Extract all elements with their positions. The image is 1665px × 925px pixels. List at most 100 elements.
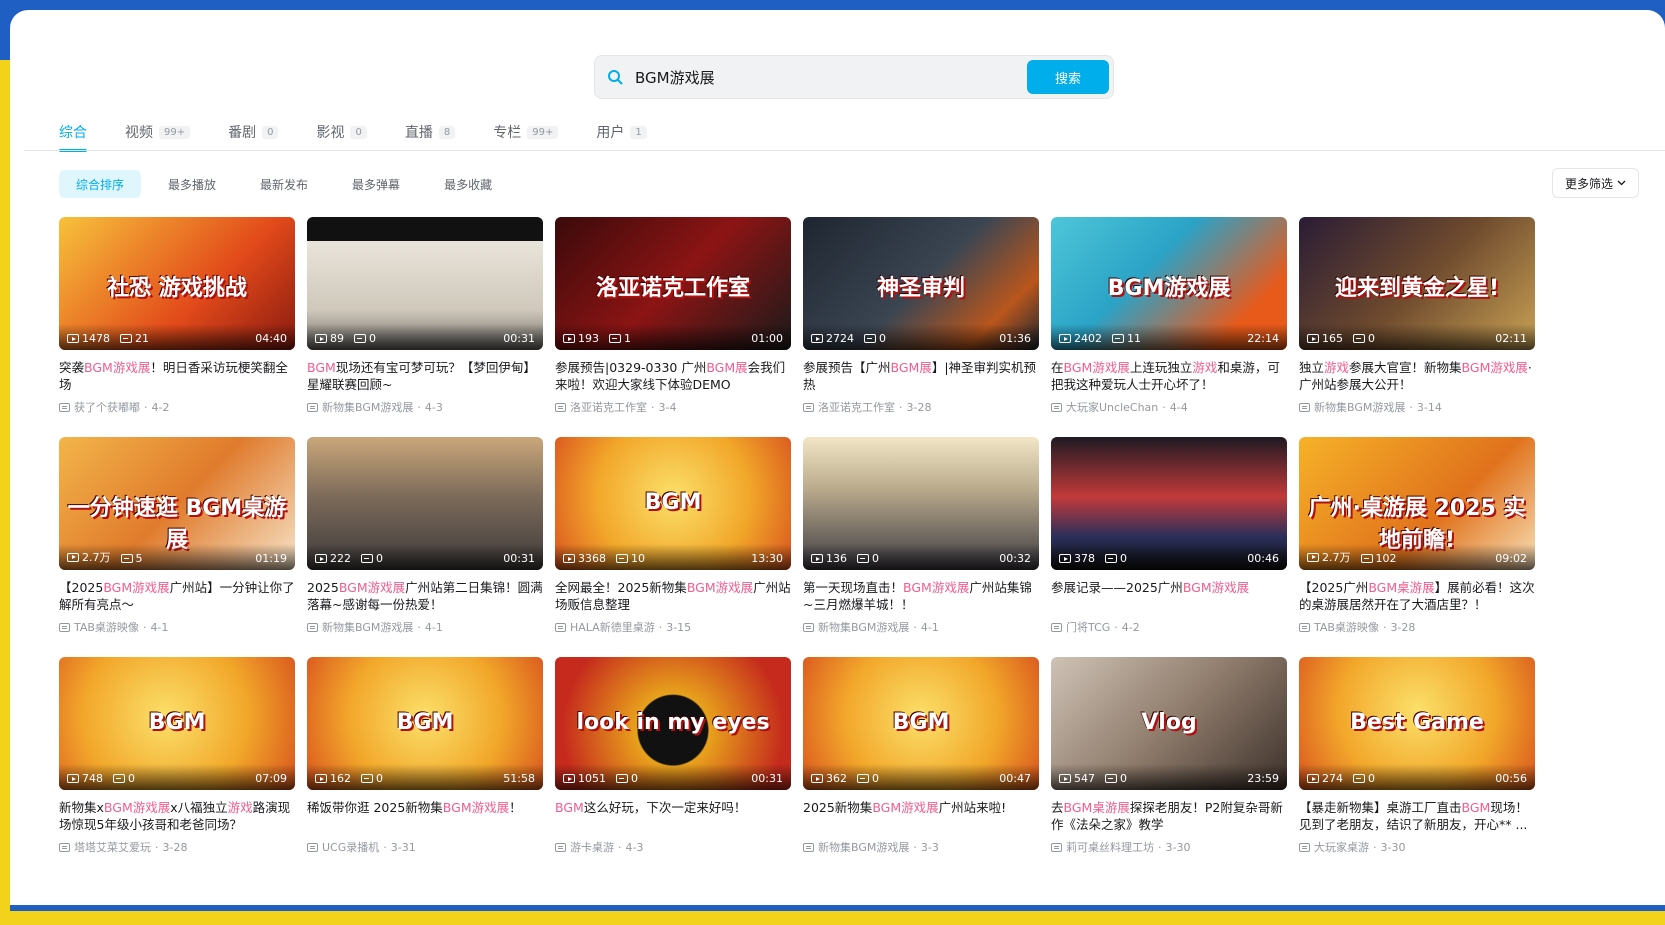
tab-0[interactable]: 综合	[59, 118, 87, 152]
search-button[interactable]: 搜索	[1027, 60, 1109, 94]
video-thumbnail[interactable]: 一分钟速逛 BGM桌游展 2.7万 5 01:19	[59, 437, 295, 570]
video-title[interactable]: BGM这么好玩，下次一定来好吗！	[555, 799, 791, 833]
video-title[interactable]: 全网最全！2025新物集BGM游戏展广州站场贩信息整理	[555, 579, 791, 613]
video-thumbnail[interactable]: BGM 3368 10 13:30	[555, 437, 791, 570]
play-count: 165	[1307, 332, 1343, 345]
video-card[interactable]: BGM 362 0 00:47 2025新物集BGM游戏展广州站来啦! 新物集BGM游戏展…	[803, 657, 1039, 877]
video-title[interactable]: 2025BGM游戏展广州站第二日集锦！圆满落幕~感谢每一份热爱！	[307, 579, 543, 613]
video-thumbnail[interactable]: 洛亚诺克工作室 193 1 01:00	[555, 217, 791, 350]
sort-options: 综合排序 最多播放 最新发布 最多弹幕 最多收藏	[59, 170, 509, 198]
video-card[interactable]: 社恐 游戏挑战 1478 21 04:40 突袭BGM游戏展！明日香采访玩梗笑翻全场 获了…	[59, 217, 295, 437]
video-title[interactable]: BGM现场还有宝可梦可玩？【梦回伊甸】星耀联赛回顾~	[307, 359, 543, 393]
uploader-name[interactable]: UCG录播机	[322, 839, 379, 855]
uploader-name[interactable]: 获了个获嘟嘟	[74, 399, 140, 415]
video-title[interactable]: 【2025广州BGM桌游展】展前必看！这次的桌游展居然开在了大酒店里？！	[1299, 579, 1535, 613]
more-filters-button[interactable]: 更多筛选	[1551, 168, 1639, 198]
tab-3[interactable]: 影视 0	[316, 118, 367, 146]
video-title[interactable]: 突袭BGM游戏展！明日香采访玩梗笑翻全场	[59, 359, 295, 393]
tab-2[interactable]: 番剧 0	[228, 118, 279, 146]
play-count: 1478	[67, 332, 110, 345]
video-title[interactable]: 参展记录——2025广州BGM游戏展	[1051, 579, 1287, 613]
video-meta: 新物集BGM游戏展 · 4-3	[307, 399, 543, 415]
video-card[interactable]: Vlog 547 0 23:59 去BGM桌游展探探老朋友！P2附复杂哥新作《法朵之家》…	[1051, 657, 1287, 877]
video-thumbnail[interactable]: 迎来到黄金之星! 165 0 02:11	[1299, 217, 1535, 350]
video-thumbnail[interactable]: Best Game 274 0 00:56	[1299, 657, 1535, 790]
search-input[interactable]	[635, 57, 1027, 97]
video-duration: 00:46	[1247, 552, 1279, 565]
video-card[interactable]: 广州·桌游展 2025 实地前瞻! 2.7万 102 09:02 【2025广州BGM桌…	[1299, 437, 1535, 657]
danmaku-icon	[609, 334, 621, 343]
video-card[interactable]: 迎来到黄金之星! 165 0 02:11 独立游戏参展大官宣！新物集BGM游戏展·广州站…	[1299, 217, 1535, 437]
video-card[interactable]: 洛亚诺克工作室 193 1 01:00 参展预告|0329-0330 广州BGM展会我们…	[555, 217, 791, 437]
video-thumbnail[interactable]: BGM 748 0 07:09	[59, 657, 295, 790]
video-title[interactable]: 稀饭带你逛 2025新物集BGM游戏展！	[307, 799, 543, 833]
uploader-name[interactable]: 新物集BGM游戏展	[818, 839, 909, 855]
uploader-name[interactable]: 大玩家UncleChan	[1066, 399, 1158, 415]
video-title[interactable]: 新物集xBGM游戏展x八福独立游戏路演现场惊现5年级小孩哥和老爸同场？	[59, 799, 295, 833]
video-title[interactable]: 去BGM桌游展探探老朋友！P2附复杂哥新作《法朵之家》教学	[1051, 799, 1287, 833]
uploader-name[interactable]: 门将TCG	[1066, 619, 1110, 635]
tab-count-badge: 0	[350, 125, 367, 139]
video-thumbnail[interactable]: 378 0 00:46	[1051, 437, 1287, 570]
video-thumbnail[interactable]: Vlog 547 0 23:59	[1051, 657, 1287, 790]
play-icon	[1059, 774, 1071, 783]
video-thumbnail[interactable]: BGM 162 0 51:58	[307, 657, 543, 790]
sort-option[interactable]: 最多收藏	[427, 170, 509, 198]
video-thumbnail[interactable]: 社恐 游戏挑战 1478 21 04:40	[59, 217, 295, 350]
video-title[interactable]: 在BGM游戏展上连玩独立游戏和桌游，可把我这种爱玩人士开心坏了！	[1051, 359, 1287, 393]
uploader-name[interactable]: 塔塔艾菜艾爱玩	[74, 839, 151, 855]
danmaku-count: 21	[120, 332, 149, 345]
uploader-name[interactable]: TAB桌游映像	[74, 619, 139, 635]
uploader-name[interactable]: 新物集BGM游戏展	[322, 399, 413, 415]
video-thumbnail[interactable]: 222 0 00:31	[307, 437, 543, 570]
separator: ·	[1382, 620, 1387, 634]
tab-4[interactable]: 直播 8	[405, 118, 456, 146]
sort-option[interactable]: 最新发布	[243, 170, 325, 198]
tab-1[interactable]: 视频 99+	[125, 118, 191, 146]
uploader-name[interactable]: 莉可桌丝料理工坊	[1066, 839, 1154, 855]
sort-option[interactable]: 综合排序	[59, 170, 142, 198]
sort-option[interactable]: 最多弹幕	[335, 170, 417, 198]
uploader-name[interactable]: 新物集BGM游戏展	[1314, 399, 1405, 415]
uploader-name[interactable]: 新物集BGM游戏展	[818, 619, 909, 635]
video-title[interactable]: 【2025BGM游戏展广州站】一分钟让你了解所有亮点～	[59, 579, 295, 613]
uploader-name[interactable]: TAB桌游映像	[1314, 619, 1379, 635]
uploader-name[interactable]: 大玩家桌游	[1314, 839, 1369, 855]
video-stats: 89 0 00:31	[307, 324, 543, 350]
video-card[interactable]: 222 0 00:31 2025BGM游戏展广州站第二日集锦！圆满落幕~感谢每一份热爱…	[307, 437, 543, 657]
video-card[interactable]: look in my eyes 1051 0 00:31 BGM这么好玩，下次一定来好吗…	[555, 657, 791, 877]
video-card[interactable]: 神圣审判 2724 0 01:36 参展预告【广州BGM展】|神圣审判实机预热洛亚诺克工…	[803, 217, 1039, 437]
video-card[interactable]: BGM 3368 10 13:30 全网最全！2025新物集BGM游戏展广州站场贩信息整…	[555, 437, 791, 657]
video-title[interactable]: 参展预告【广州BGM展】|神圣审判实机预热	[803, 359, 1039, 393]
video-thumbnail[interactable]: 136 0 00:32	[803, 437, 1039, 570]
video-thumbnail[interactable]: 神圣审判 2724 0 01:36	[803, 217, 1039, 350]
video-thumbnail[interactable]: BGM游戏展 2402 11 22:14	[1051, 217, 1287, 350]
video-card[interactable]: BGM游戏展 2402 11 22:14 在BGM游戏展上连玩独立游戏和桌游，可把我这种…	[1051, 217, 1287, 437]
video-card[interactable]: 一分钟速逛 BGM桌游展 2.7万 5 01:19 【2025BGM游戏展广州站】一分钟…	[59, 437, 295, 657]
video-card[interactable]: 136 0 00:32 第一天现场直击！BGM游戏展广州站集锦~三月燃爆羊城！！ 新物集…	[803, 437, 1039, 657]
uploader-name[interactable]: 洛亚诺克工作室	[818, 399, 895, 415]
uploader-name[interactable]: HALA新德里桌游	[570, 619, 655, 635]
video-thumbnail[interactable]: BGM 362 0 00:47	[803, 657, 1039, 790]
video-title[interactable]: 参展预告|0329-0330 广州BGM展会我们来啦！欢迎大家线下体验DEMO	[555, 359, 791, 393]
video-title[interactable]: 【暴走新物集】桌游工厂直击BGM现场！见到了老朋友，结识了新朋友，开心** ..…	[1299, 799, 1535, 833]
video-thumbnail[interactable]: 89 0 00:31	[307, 217, 543, 350]
sort-option[interactable]: 最多播放	[151, 170, 233, 198]
video-title[interactable]: 独立游戏参展大官宣！新物集BGM游戏展·广州站参展大公开！	[1299, 359, 1535, 393]
tab-6[interactable]: 用户 1	[596, 118, 647, 146]
video-card[interactable]: 378 0 00:46 参展记录——2025广州BGM游戏展 门将TCG · 4-2	[1051, 437, 1287, 657]
uploader-name[interactable]: 游卡桌游	[570, 839, 614, 855]
video-card[interactable]: BGM 162 0 51:58 稀饭带你逛 2025新物集BGM游戏展！ UCG录播机 · 3…	[307, 657, 543, 877]
video-title[interactable]: 2025新物集BGM游戏展广州站来啦!	[803, 799, 1039, 833]
uploader-name[interactable]: 洛亚诺克工作室	[570, 399, 647, 415]
video-thumbnail[interactable]: 广州·桌游展 2025 实地前瞻! 2.7万 102 09:02	[1299, 437, 1535, 570]
video-card[interactable]: 89 0 00:31 BGM现场还有宝可梦可玩？【梦回伊甸】星耀联赛回顾~ 新物集BGM…	[307, 217, 543, 437]
danmaku-icon	[1353, 334, 1365, 343]
uploader-name[interactable]: 新物集BGM游戏展	[322, 619, 413, 635]
video-card[interactable]: BGM 748 0 07:09 新物集xBGM游戏展x八福独立游戏路演现场惊现5年级小孩…	[59, 657, 295, 877]
tab-5[interactable]: 专栏 99+	[493, 118, 559, 146]
play-icon	[67, 334, 79, 343]
video-title[interactable]: 第一天现场直击！BGM游戏展广州站集锦~三月燃爆羊城！！	[803, 579, 1039, 613]
video-thumbnail[interactable]: look in my eyes 1051 0 00:31	[555, 657, 791, 790]
video-card[interactable]: Best Game 274 0 00:56 【暴走新物集】桌游工厂直击BGM现场！见到了…	[1299, 657, 1535, 877]
